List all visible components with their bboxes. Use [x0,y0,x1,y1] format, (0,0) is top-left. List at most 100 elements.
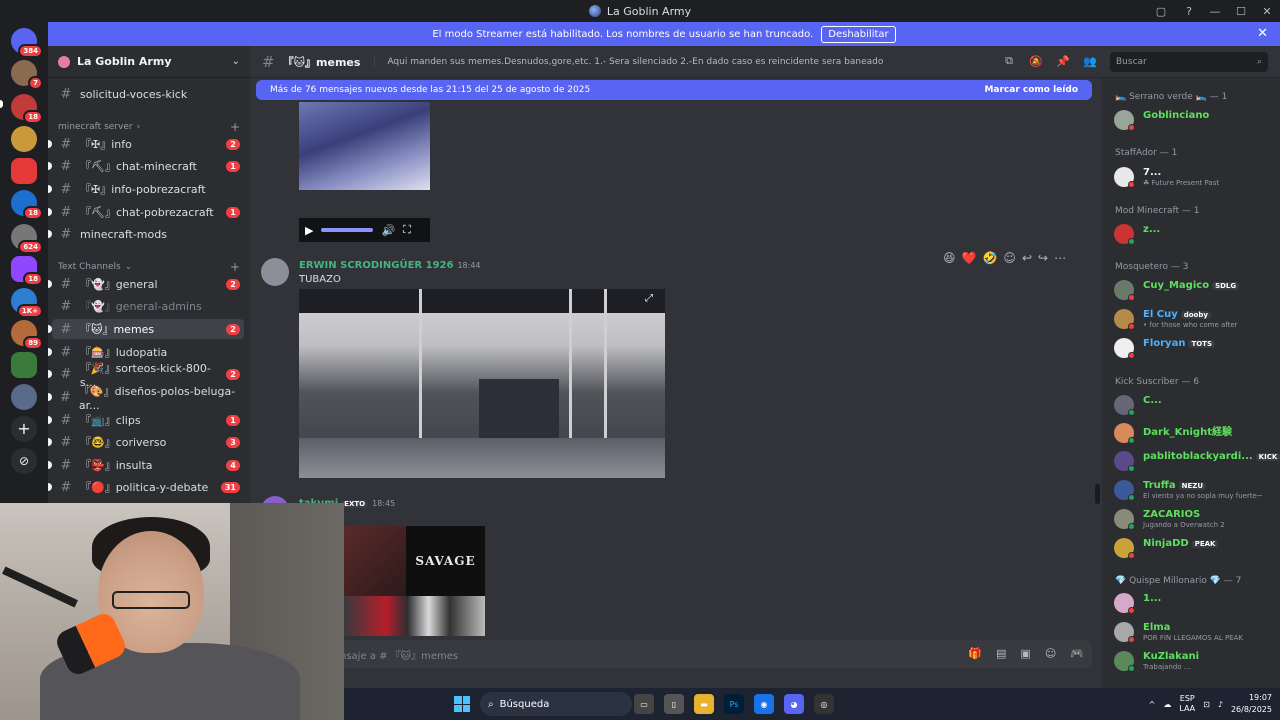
channel-item[interactable]: # 『✠』info 2 [48,134,244,154]
channel-topic[interactable]: Aqui manden sus memes.Desnudos,gore,etc.… [374,56,883,67]
member-item[interactable]: Goblinciano [1114,108,1274,132]
server-icon[interactable] [11,126,37,152]
server-icon[interactable]: 624 [11,224,43,254]
channel-item-active[interactable]: # 『🐱』memes 2 [48,319,244,339]
category-header[interactable]: minecraft server › + [58,120,240,134]
chrome-icon[interactable]: ◉ [754,694,774,714]
inbox-icon[interactable]: ▢ [1154,4,1168,18]
member-item[interactable]: 7... ☘ Future Present Past [1114,165,1274,189]
member-item[interactable]: NinjaDD PEAK [1114,536,1274,560]
server-icon[interactable]: 7 [11,60,43,90]
app-icon[interactable]: ◎ [814,694,834,714]
avatar[interactable] [261,258,289,286]
gif-icon[interactable]: ▤ [996,647,1006,660]
add-channel-icon[interactable]: + [230,260,240,274]
add-server-icon[interactable]: + [11,416,37,442]
mark-as-read-button[interactable]: Marcar como leído [984,85,1078,95]
channel-item[interactable]: # 『👺』insulta 4 [48,455,244,475]
reaction-laugh[interactable]: 🤣 [982,251,997,265]
server-icon[interactable] [11,158,37,184]
category-header[interactable]: Text Channels ⌄ + [58,260,240,274]
new-messages-bar[interactable]: Más de 76 mensajes nuevos desde las 21:1… [256,80,1092,100]
server-icon[interactable]: 18 [11,190,43,220]
member-item[interactable]: 1... [1114,591,1274,615]
member-item[interactable]: C... [1114,393,1274,417]
channel-item[interactable]: # 『🎨』diseños-polos-beluga-ar... [48,385,244,412]
sticker-icon[interactable]: ▣ [1020,647,1030,660]
expand-icon[interactable]: ⤢ [645,293,659,307]
video-embed[interactable] [299,102,430,190]
language-indicator[interactable]: ESP LAA [1179,694,1195,714]
add-channel-icon[interactable]: + [230,120,240,134]
emoji-icon[interactable]: ☺ [1045,647,1056,660]
member-item[interactable]: Cuy_Magico SDLG [1114,278,1274,302]
message-input[interactable]: nsaje a # 『🐱』memes 🎁 ▤ ▣ ☺ 🎮 [256,640,1092,668]
member-item[interactable]: KuZlakani Trabajando ... [1114,649,1274,673]
reaction-emoji[interactable]: 😆 [943,251,956,265]
member-item[interactable]: El Cuy dooby • for those who come after [1114,307,1274,331]
message-author[interactable]: ERWIN SCRODINGÜER 1926 18:44 [299,260,481,271]
disable-streamer-button[interactable]: Deshabilitar [821,25,896,43]
tray-chevron-icon[interactable]: ^ [1149,700,1156,709]
help-icon[interactable]: ? [1182,4,1196,18]
forward-icon[interactable]: ↪ [1038,251,1048,265]
onedrive-icon[interactable]: ☁ [1163,700,1171,709]
channel-item[interactable]: # 『✠』info-pobrezacraft [48,179,244,199]
app-icon[interactable]: ▯ [664,694,684,714]
apps-icon[interactable]: 🎮 [1070,647,1084,660]
photoshop-icon[interactable]: Ps [724,694,744,714]
fullscreen-icon[interactable]: ⛶ [403,223,411,237]
reaction-heart[interactable]: ❤️ [962,251,977,265]
guild-header[interactable]: La Goblin Army ⌄ [48,46,250,78]
more-icon[interactable]: ⋯ [1054,251,1066,265]
member-item[interactable]: pablitoblackyardi... KICK [1114,449,1280,473]
channel-item[interactable]: # solicitud-voces-kick [52,84,244,104]
member-item[interactable]: Dark_Knight経験 [1114,421,1274,445]
threads-icon[interactable]: ⧉ [1002,54,1016,68]
member-item[interactable]: Truffa NEZU El viento ya no sopla muy fue… [1114,478,1274,502]
author-name[interactable]: ERWIN SCRODINGÜER 1926 [299,260,453,271]
minimize-button[interactable]: — [1202,0,1228,22]
image-attachment[interactable]: SAVAGE [344,526,485,636]
server-icon[interactable]: 89 [11,320,43,350]
channel-item[interactable]: # 『⛏』chat-pobrezacraft 1 [48,202,244,222]
task-view-icon[interactable]: ▭ [634,694,654,714]
video-progress[interactable] [321,228,374,232]
server-icon[interactable] [11,384,37,410]
discord-icon[interactable]: ◕ [784,694,804,714]
twitch-server-icon[interactable]: 18 [11,256,43,286]
home-button[interactable]: 384 [11,28,43,58]
member-item[interactable]: Elma POR FIN LLEGAMOS AL PEAK [1114,620,1274,644]
server-icon[interactable] [11,352,37,378]
channel-item[interactable]: # 『🔴』politica-y-debate 31 [48,477,244,497]
scrollbar-thumb[interactable] [1095,484,1100,504]
volume-icon[interactable]: 🔊 [381,224,395,237]
add-reaction-icon[interactable]: ☺ [1003,251,1016,265]
channel-item[interactable]: # 『👻』general 2 [48,274,244,294]
reply-icon[interactable]: ↩ [1022,251,1032,265]
discover-icon[interactable]: ⊘ [11,448,37,474]
video-controls[interactable]: ▶ 🔊 ⛶ [299,218,430,242]
play-icon[interactable]: ▶ [305,224,313,237]
channel-item[interactable]: # 『🎉』sorteos-kick-800-s... 2 [48,362,244,389]
search-input[interactable]: Buscar ⌕ [1110,52,1268,72]
member-item[interactable]: ZACARIOS Jugando a Overwatch 2 [1114,507,1274,531]
file-explorer-icon[interactable]: ▬ [694,694,714,714]
member-list-icon[interactable]: 👥 [1083,54,1097,68]
close-icon[interactable]: ✕ [1257,26,1268,41]
channel-item[interactable]: # 『👻』general-admins [52,296,244,316]
server-icon[interactable]: 1K+ [11,288,43,318]
member-item[interactable]: z... [1114,222,1274,246]
channel-item[interactable]: # 『⛏』chat-minecraft 1 [48,156,244,176]
member-item[interactable]: Floryan TOTS [1114,336,1274,360]
clock[interactable]: 19:07 26/8/2025 [1231,692,1272,716]
volume-icon[interactable]: ♪ [1218,700,1223,709]
message-list[interactable]: ▶ 🔊 ⛶ ERWIN SCRODINGÜER 1926 18:44 TUBAZO… [250,78,1102,638]
channel-item[interactable]: # minecraft-mods [48,224,244,244]
server-icon[interactable]: 18 [11,94,43,124]
close-window-button[interactable]: ✕ [1254,0,1280,22]
pin-icon[interactable]: 📌 [1056,54,1070,68]
network-icon[interactable]: ⊡ [1203,700,1210,709]
maximize-button[interactable]: ☐ [1228,0,1254,22]
image-attachment[interactable]: ⤢ [299,289,665,478]
